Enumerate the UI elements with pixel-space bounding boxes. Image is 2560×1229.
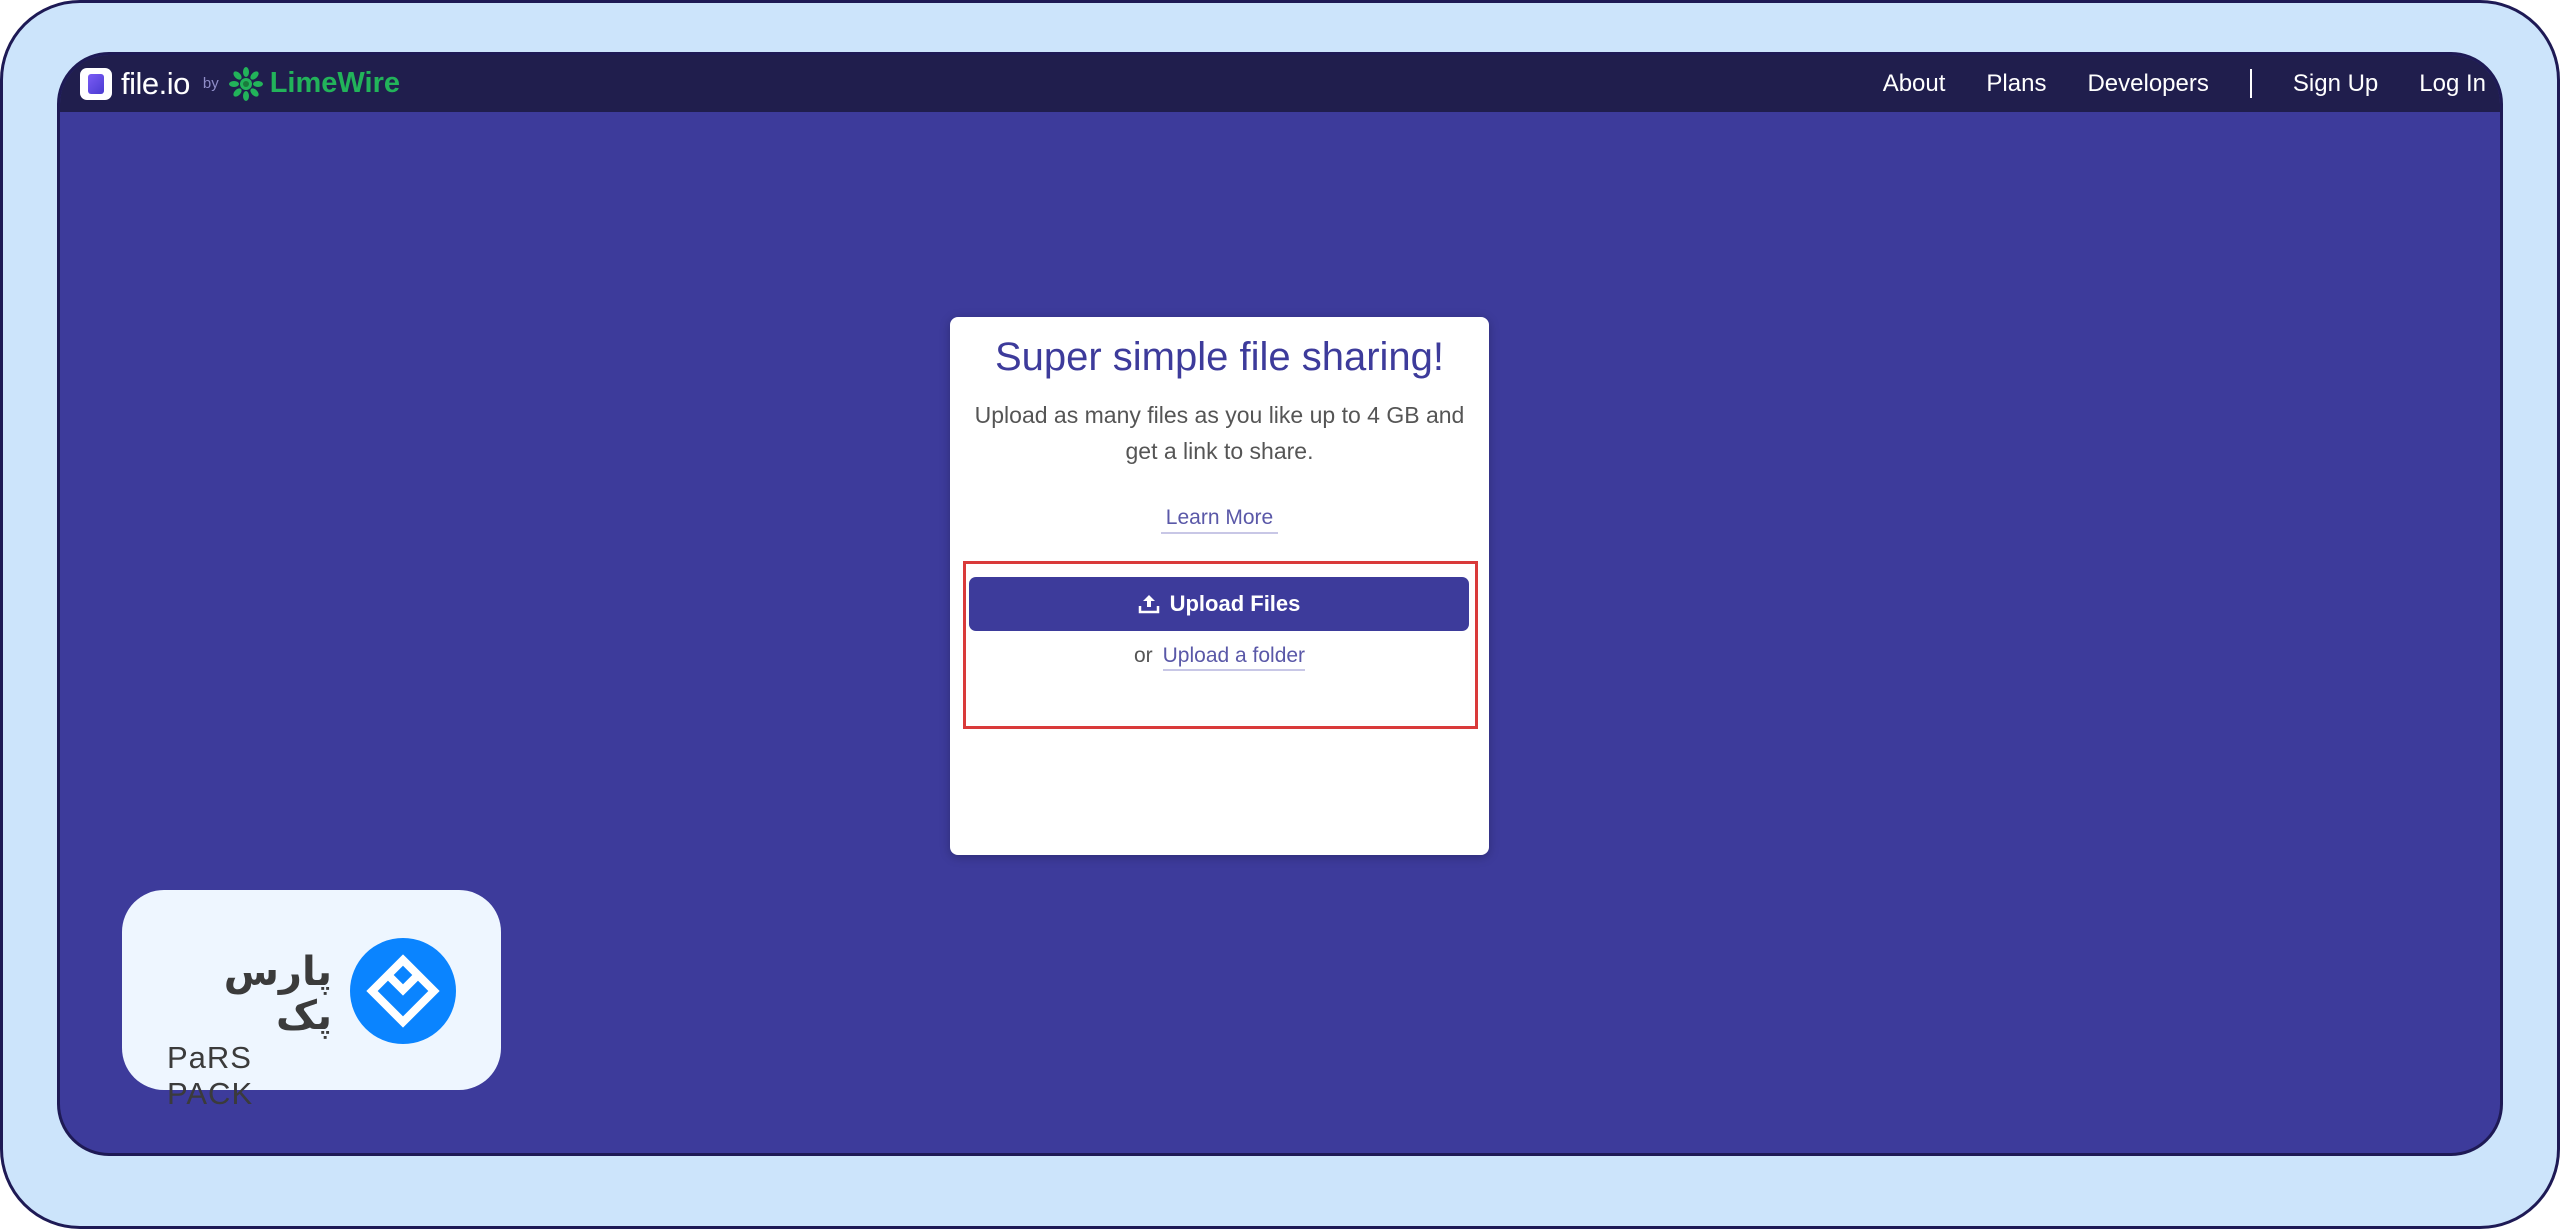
parspack-persian-text: پارس پک [223,949,332,1039]
brand-name: file.io [121,65,190,101]
nav-developers-link[interactable]: Developers [2087,70,2208,98]
upload-files-label: Upload Files [1169,591,1301,616]
nav-plans-link[interactable]: Plans [1986,70,2046,98]
parspack-latin-text: PaRS PACK [167,1040,254,1111]
brand[interactable]: file.io by LimeWire [80,66,400,102]
upload-folder-row: or Upload a folder [950,644,1489,671]
parspack-wordmark: پارس پک PaRS PACK [167,950,332,1112]
parspack-logo-icon [350,938,456,1044]
nav-signup-link[interactable]: Sign Up [2293,70,2378,98]
parspack-watermark: پارس پک PaRS PACK [122,890,501,1111]
card-title: Super simple file sharing! [994,335,1445,379]
upload-card: Super simple file sharing! Upload as man… [950,317,1489,855]
brand-by-text: by [202,75,219,92]
top-navbar: file.io by LimeWire About Plans Develope… [60,55,2500,112]
upload-folder-link[interactable]: Upload a folder [1162,644,1306,671]
nav-about-link[interactable]: About [1883,70,1946,98]
nav-divider [2249,69,2252,98]
learn-more-link[interactable]: Learn More [1161,506,1278,534]
limewire-name: LimeWire [269,67,400,99]
upload-files-button[interactable]: Upload Files [969,577,1469,631]
fileio-logo-icon [80,67,112,100]
nav-links: About Plans Developers Sign Up Log In [1883,69,2486,98]
card-subtitle: Upload as many files as you like up to 4… [974,402,1465,464]
limewire-logo-icon [228,66,263,101]
or-text: or [1133,644,1153,667]
upload-icon [1138,595,1159,614]
nav-login-link[interactable]: Log In [2419,70,2486,98]
